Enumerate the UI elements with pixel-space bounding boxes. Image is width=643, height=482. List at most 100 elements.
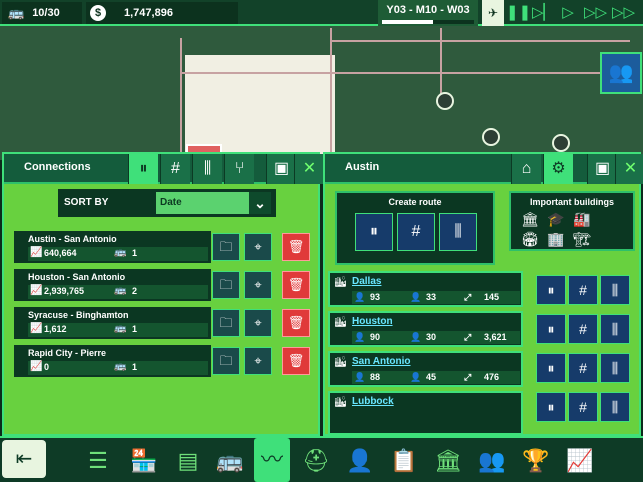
money-display: $ 1,747,896 bbox=[86, 2, 238, 24]
location-pin-icon[interactable]: ⌖ bbox=[244, 271, 272, 299]
trophy-icon[interactable]: 🏆 bbox=[518, 444, 554, 478]
city-panel-header: Austin ⌂ ⚙ ▣ ✕ bbox=[325, 154, 643, 184]
tab-road-icon[interactable]: ⏸ bbox=[128, 154, 158, 184]
fast-icon[interactable]: ▷▷ bbox=[584, 4, 607, 22]
staff-icon[interactable]: 👥 bbox=[474, 444, 510, 478]
minimize-icon[interactable]: ▣ bbox=[266, 154, 296, 184]
folder-icon[interactable]: 🗀 bbox=[212, 233, 240, 261]
location-pin-icon[interactable]: ⌖ bbox=[244, 233, 272, 261]
tab-track-icon[interactable]: ⫼ bbox=[192, 154, 222, 184]
industry-icon[interactable]: 🏗 bbox=[573, 231, 591, 248]
fastest-icon[interactable]: ▷▷ bbox=[612, 4, 635, 22]
tab-rail-icon[interactable]: # bbox=[160, 154, 190, 184]
sort-select[interactable]: Date ⌄ bbox=[156, 192, 271, 214]
distance-icon: ⤢ bbox=[464, 292, 472, 302]
bank-icon[interactable]: 🏛 bbox=[430, 444, 466, 478]
trash-icon[interactable]: 🗑 bbox=[282, 271, 310, 299]
create-route-title: Create route bbox=[388, 197, 442, 207]
map-city-marker[interactable] bbox=[482, 128, 500, 146]
track-route-icon[interactable]: ⫼ bbox=[600, 392, 630, 422]
city-card-san-antonio[interactable]: 🏙 San Antonio 👤 88 👤 45 ⤢ 476 bbox=[328, 351, 523, 387]
road-route-icon[interactable]: ⏸ bbox=[536, 392, 566, 422]
office-icon[interactable]: 🏢 bbox=[547, 231, 564, 248]
map-city-marker[interactable] bbox=[552, 134, 570, 152]
connection-row[interactable]: Austin - San Antonio 📈 640,664 🚌 1 bbox=[14, 231, 211, 263]
factory-icon[interactable]: 🏭 bbox=[573, 211, 590, 228]
track-route-icon[interactable]: ⫼ bbox=[600, 353, 630, 383]
rail-route-icon[interactable]: # bbox=[568, 314, 598, 344]
track-route-icon[interactable]: ⫼ bbox=[439, 213, 477, 251]
trash-icon[interactable]: 🗑 bbox=[282, 347, 310, 375]
connection-passengers: 0 bbox=[44, 362, 50, 372]
location-pin-icon[interactable]: ⌖ bbox=[244, 309, 272, 337]
menu-list-icon[interactable]: ☰ bbox=[80, 444, 116, 478]
city-card-dallas[interactable]: 🏙 Dallas 👤 93 👤 33 ⤢ 145 bbox=[328, 271, 523, 307]
trash-icon[interactable]: 🗑 bbox=[282, 309, 310, 337]
city-name[interactable]: Lubbock bbox=[352, 396, 394, 407]
city-card-houston[interactable]: 🏙 Houston 👤 90 👤 30 ⤢ 3,621 bbox=[328, 311, 523, 347]
pause-icon[interactable]: ❚❚ bbox=[506, 4, 531, 22]
connection-row[interactable]: Houston - San Antonio 📈 2,939,765 🚌 2 bbox=[14, 269, 211, 301]
gear-icon[interactable]: ⚙ bbox=[543, 154, 573, 184]
stadium-icon[interactable]: 🏟 bbox=[521, 231, 539, 248]
city-building-icon: 🏙 bbox=[334, 317, 347, 328]
close-icon[interactable]: ✕ bbox=[294, 154, 324, 184]
school-icon[interactable]: 🎓 bbox=[547, 211, 564, 228]
cap-icon[interactable]: ⛑ bbox=[298, 444, 334, 478]
map-road bbox=[330, 40, 630, 42]
back-exit-icon[interactable]: ⇤ bbox=[2, 440, 46, 478]
close-icon[interactable]: ✕ bbox=[615, 154, 643, 184]
road-route-icon[interactable]: ⏸ bbox=[536, 353, 566, 383]
shop-icon[interactable]: 🏪 bbox=[126, 444, 162, 478]
city-name[interactable]: Houston bbox=[352, 316, 393, 327]
location-pin-icon[interactable]: ⌖ bbox=[244, 347, 272, 375]
connection-stats: 📈 1,612 🚌 1 bbox=[28, 323, 208, 337]
city-name[interactable]: Dallas bbox=[352, 276, 381, 287]
track-route-icon[interactable]: ⫼ bbox=[600, 314, 630, 344]
city-card-lubbock[interactable]: 🏙 Lubbock bbox=[328, 391, 523, 435]
crowd-icon[interactable]: 👥 bbox=[600, 52, 642, 94]
connection-stats: 📈 0 🚌 1 bbox=[28, 361, 208, 375]
connection-stats: 📈 2,939,765 🚌 2 bbox=[28, 285, 208, 299]
connection-row[interactable]: Syracuse - Binghamton 📈 1,612 🚌 1 bbox=[14, 307, 211, 339]
stats-chart-icon[interactable]: 📈 bbox=[562, 444, 598, 478]
track-route-icon[interactable]: ⫼ bbox=[600, 275, 630, 305]
speed-toggle-icon[interactable]: ✈ bbox=[482, 0, 504, 26]
connection-vehicles: 1 bbox=[132, 324, 138, 334]
road-route-icon[interactable]: ⏸ bbox=[536, 314, 566, 344]
city-stats: 👤 93 👤 33 ⤢ 145 bbox=[352, 291, 520, 304]
rail-route-icon[interactable]: # bbox=[568, 353, 598, 383]
rail-route-icon[interactable]: # bbox=[568, 275, 598, 305]
city-title: Austin bbox=[345, 161, 380, 173]
depot-icon[interactable]: ▤ bbox=[170, 444, 206, 478]
road-route-icon[interactable]: ⏸ bbox=[355, 213, 393, 251]
worker-icon: 👤 bbox=[410, 332, 422, 342]
minimize-icon[interactable]: ▣ bbox=[587, 154, 617, 184]
folder-icon[interactable]: 🗀 bbox=[212, 309, 240, 337]
folder-icon[interactable]: 🗀 bbox=[212, 347, 240, 375]
tab-branch-icon[interactable]: ⑂ bbox=[224, 154, 254, 184]
bus-icon[interactable]: 🚌 bbox=[212, 444, 248, 478]
important-buildings-title: Important buildings bbox=[530, 197, 614, 207]
station-icon[interactable]: ⌂ bbox=[511, 154, 541, 184]
week-progress-fill bbox=[382, 20, 433, 24]
map-city-marker[interactable] bbox=[436, 92, 454, 110]
folder-icon[interactable]: 🗀 bbox=[212, 271, 240, 299]
play-icon[interactable]: ▷ bbox=[558, 4, 578, 22]
connection-row[interactable]: Rapid City - Pierre 📈 0 🚌 1 bbox=[14, 345, 211, 377]
documents-icon[interactable]: 📋 bbox=[386, 444, 422, 478]
map-road bbox=[180, 38, 182, 158]
connection-passengers: 2,939,765 bbox=[44, 286, 85, 296]
trash-icon[interactable]: 🗑 bbox=[282, 233, 310, 261]
money-icon: $ bbox=[90, 5, 106, 21]
rail-route-icon[interactable]: # bbox=[568, 392, 598, 422]
rail-route-icon[interactable]: # bbox=[397, 213, 435, 251]
connection-name: Rapid City - Pierre bbox=[28, 348, 107, 358]
manager-icon[interactable]: 👤 bbox=[342, 444, 378, 478]
city-name[interactable]: San Antonio bbox=[352, 356, 411, 367]
government-building-icon[interactable]: 🏛 bbox=[521, 211, 539, 228]
road-route-icon[interactable]: ⏸ bbox=[536, 275, 566, 305]
city-building-icon: 🏙 bbox=[334, 397, 347, 408]
slow-icon[interactable]: ▷▏ bbox=[532, 4, 555, 22]
connections-icon[interactable]: 〰 bbox=[254, 438, 290, 482]
